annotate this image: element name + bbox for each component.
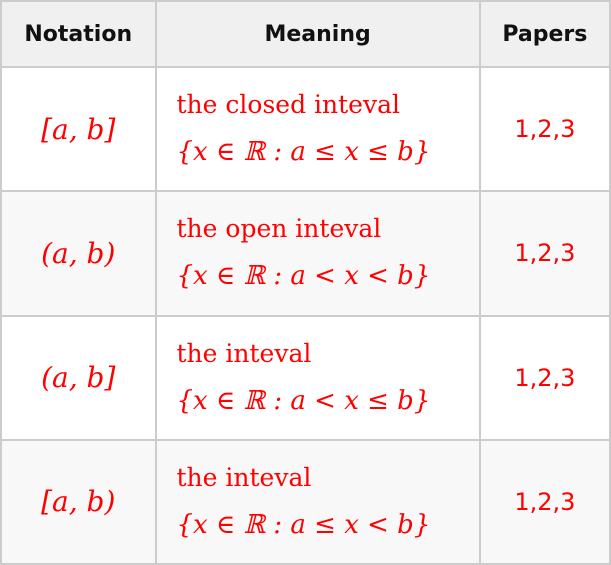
meaning-set: {x ∈ ℝ : a ≤ x < b} (176, 509, 431, 540)
meaning-text: the inteval (176, 462, 312, 492)
papers-cell: 1,2,3 (478, 65, 611, 193)
table-row: (a, b) the open inteval {x ∈ ℝ : a < x <… (0, 190, 611, 317)
papers-cell: 1,2,3 (478, 314, 611, 441)
meaning-cell: the inteval {x ∈ ℝ : a < x ≤ b} (154, 314, 481, 441)
notation-cell: [a, b) (0, 438, 157, 565)
meaning-set: {x ∈ ℝ : a ≤ x ≤ b} (176, 137, 431, 168)
meaning-set: {x ∈ ℝ : a < x < b} (176, 261, 431, 292)
table-row: (a, b] the inteval {x ∈ ℝ : a < x ≤ b} 1… (0, 314, 611, 441)
papers-cell: 1,2,3 (478, 190, 611, 317)
header-meaning: Meaning (154, 0, 481, 68)
meaning-cell: the open inteval {x ∈ ℝ : a < x < b} (154, 190, 481, 317)
meaning-cell: the inteval {x ∈ ℝ : a ≤ x < b} (154, 438, 481, 565)
notation-cell: (a, b) (0, 190, 157, 317)
papers-cell: 1,2,3 (478, 438, 611, 565)
meaning-text: the open inteval (176, 214, 382, 244)
notation-cell: [a, b] (0, 65, 157, 193)
meaning-cell: the closed inteval {x ∈ ℝ : a ≤ x ≤ b} (154, 65, 481, 193)
meaning-text: the inteval (176, 338, 312, 368)
notation-table: Notation Meaning Papers [a, b] the close… (0, 0, 611, 565)
header-notation: Notation (0, 0, 157, 68)
header-row: Notation Meaning Papers (0, 0, 611, 68)
meaning-set: {x ∈ ℝ : a < x ≤ b} (176, 385, 431, 416)
meaning-text: the closed inteval (176, 90, 400, 120)
table-row: [a, b) the inteval {x ∈ ℝ : a ≤ x < b} 1… (0, 438, 611, 565)
header-papers: Papers (478, 0, 611, 68)
notation-cell: (a, b] (0, 314, 157, 441)
table-row: [a, b] the closed inteval {x ∈ ℝ : a ≤ x… (0, 65, 611, 193)
